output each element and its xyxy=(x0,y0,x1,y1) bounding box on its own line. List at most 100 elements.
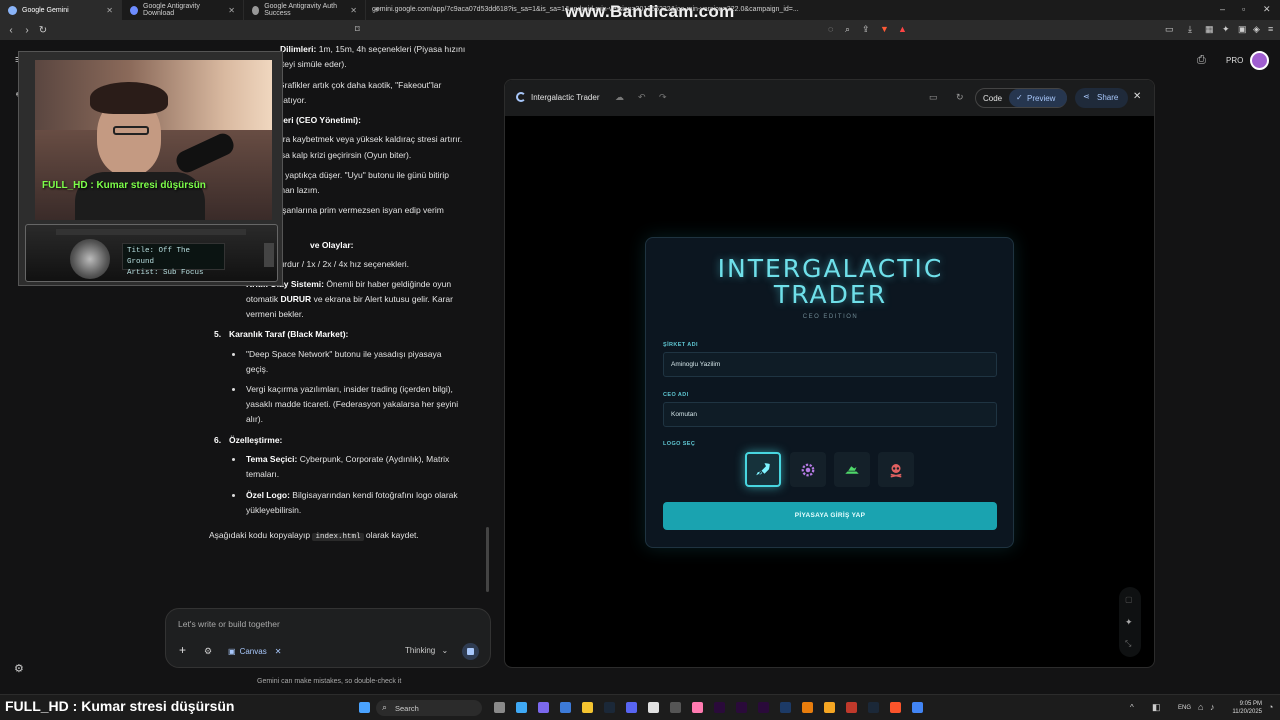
sparkle-icon[interactable]: ✦ xyxy=(1125,617,1133,628)
file-explorer-icon[interactable] xyxy=(582,702,593,713)
app-icon[interactable] xyxy=(538,702,549,713)
logo-option-rocket[interactable] xyxy=(745,452,781,487)
preview-tab[interactable]: ✓ Preview xyxy=(1009,89,1067,107)
ceo-name-input[interactable]: Komutan xyxy=(663,402,997,427)
clock[interactable]: 9:05 PM 11/20/2025 xyxy=(1226,700,1262,716)
chat-scrollbar[interactable] xyxy=(486,527,489,592)
sidebar-toggle-icon[interactable]: ▭ xyxy=(1165,24,1174,35)
task-view-icon[interactable] xyxy=(494,702,505,713)
canvas-chip[interactable]: ▣ Canvas ✕ xyxy=(228,643,281,659)
text: otomatik xyxy=(246,294,281,304)
brave-shield-icon[interactable]: ▼ xyxy=(880,24,889,34)
search-label: Search xyxy=(395,704,419,713)
app-icon[interactable] xyxy=(560,702,571,713)
tab-antigravity-download[interactable]: Google Antigravity Download ✕ xyxy=(122,0,244,20)
avatar[interactable] xyxy=(1250,51,1269,70)
refresh-icon[interactable]: ↻ xyxy=(956,92,964,103)
company-name-input[interactable]: Aminoglu Yazilim xyxy=(663,352,997,377)
eye-off-icon[interactable]: ◌ xyxy=(828,24,833,34)
track-title: Title: Off The Ground xyxy=(127,247,191,266)
rewards-icon[interactable]: ▲ xyxy=(898,24,907,34)
speaker-icon[interactable]: ♪ xyxy=(1210,702,1215,712)
track-display: Title: Off The Ground Artist: Sub Focus xyxy=(122,243,225,277)
comment-icon[interactable]: ▢ xyxy=(1125,595,1133,604)
share-page-icon[interactable]: ⇪ xyxy=(862,24,870,35)
app-icon[interactable] xyxy=(824,702,835,713)
network-icon[interactable]: ⌂ xyxy=(1198,702,1203,712)
printer-icon[interactable]: ⎙ xyxy=(1197,54,1206,67)
list-number: 6. xyxy=(214,435,222,445)
expand-icon[interactable]: ⤡ xyxy=(1125,639,1131,649)
premiere-icon[interactable] xyxy=(714,702,725,713)
media-encoder-icon[interactable] xyxy=(736,702,747,713)
steam-icon[interactable] xyxy=(868,702,879,713)
language-indicator[interactable]: ENG xyxy=(1178,705,1191,711)
close-icon[interactable]: ✕ xyxy=(350,6,357,15)
tab-google-gemini[interactable]: Google Gemini ✕ xyxy=(0,0,122,20)
close-icon[interactable]: ✕ xyxy=(106,6,113,15)
logo-option-ship[interactable] xyxy=(834,452,870,487)
add-icon[interactable]: + xyxy=(179,643,186,657)
wallet-icon[interactable]: ▣ xyxy=(1238,24,1247,35)
tools-icon[interactable]: ⚙ xyxy=(204,646,212,657)
blender-icon[interactable] xyxy=(802,702,813,713)
after-effects-icon[interactable] xyxy=(758,702,769,713)
download-icon[interactable]: ⤓ xyxy=(1188,24,1192,35)
discord-icon[interactable] xyxy=(626,702,637,713)
url-field[interactable]: gemini.google.com/app/7c9aca07d53dd618?i… xyxy=(372,3,822,17)
bullet xyxy=(232,458,235,461)
close-canvas-icon[interactable]: ✕ xyxy=(1133,91,1141,102)
forward-icon[interactable]: › xyxy=(19,25,35,36)
app-icon[interactable] xyxy=(670,702,681,713)
chevron-up-icon[interactable]: ^ xyxy=(1130,703,1134,712)
bookmark-icon[interactable]: ⌑ xyxy=(355,24,360,35)
code-tab[interactable]: Code xyxy=(983,94,1002,103)
text: 1m, 15m, 4h seçenekleri (Piyasa hızını xyxy=(316,44,466,54)
ceo-label: CEO ADI xyxy=(663,392,689,398)
prompt-input[interactable]: Let's write or build together xyxy=(178,619,280,629)
reload-icon[interactable]: ↻ xyxy=(35,25,51,36)
tray-icon[interactable]: ◧ xyxy=(1152,702,1161,713)
brave-icon[interactable] xyxy=(890,702,901,713)
stream-caption: FULL_HD : Kumar stresi düşürsün xyxy=(5,698,235,714)
bandicam-icon[interactable] xyxy=(846,702,857,713)
logo-option-skull[interactable] xyxy=(878,452,914,487)
maximize-icon[interactable]: ▫ xyxy=(1242,4,1245,14)
back-icon[interactable]: ‹ xyxy=(3,25,19,36)
mode-selector[interactable]: Thinking ⌄ xyxy=(405,646,448,655)
app-icon[interactable] xyxy=(692,702,703,713)
antigravity-icon[interactable] xyxy=(912,702,923,713)
undo-icon[interactable]: ↶ xyxy=(638,92,646,103)
bullet xyxy=(232,494,235,497)
windows-start-icon[interactable] xyxy=(359,702,370,713)
screenshot-icon[interactable]: ▭ xyxy=(929,92,938,103)
stop-icon xyxy=(467,648,474,655)
zoom-icon[interactable]: ⌕ xyxy=(845,24,850,35)
text: Grafikler artık çok daha kaotik, "Fakeou… xyxy=(278,80,442,90)
menu-icon[interactable]: ≡ xyxy=(1268,24,1273,34)
stop-button[interactable] xyxy=(462,643,479,660)
close-icon[interactable]: ✕ xyxy=(275,647,282,656)
extensions-icon[interactable]: ✦ xyxy=(1222,24,1230,35)
tab-antigravity-auth[interactable]: Google Antigravity Auth Success ✕ xyxy=(244,0,366,20)
minimize-icon[interactable]: – xyxy=(1220,4,1225,14)
game-setup-card: INTERGALACTIC TRADER CEO EDITION ŞİRKET … xyxy=(645,237,1014,548)
hair xyxy=(90,82,168,114)
start-game-button[interactable]: PİYASAYA GİRİŞ YAP xyxy=(663,502,997,530)
close-window-icon[interactable]: ✕ xyxy=(1263,4,1271,15)
redo-icon[interactable]: ↷ xyxy=(659,92,667,103)
notification-icon[interactable]: ◔ xyxy=(1268,702,1273,712)
settings-gear-icon[interactable]: ⚙ xyxy=(14,662,24,675)
text: yükleyebilirsin. xyxy=(246,505,302,515)
app-icon[interactable] xyxy=(648,702,659,713)
share-button[interactable]: ⋖ Share xyxy=(1075,88,1128,108)
tab-layout-icon[interactable]: ▦ xyxy=(1205,24,1214,35)
taskbar-search[interactable]: ⌕ Search xyxy=(376,700,482,716)
share-label: Share xyxy=(1097,93,1119,102)
steam-icon[interactable] xyxy=(604,702,615,713)
photoshop-icon[interactable] xyxy=(780,702,791,713)
edge-icon[interactable] xyxy=(516,702,527,713)
logo-option-gear[interactable] xyxy=(790,452,826,487)
shield-icon[interactable]: ◈ xyxy=(1253,24,1260,35)
close-icon[interactable]: ✕ xyxy=(228,6,235,15)
